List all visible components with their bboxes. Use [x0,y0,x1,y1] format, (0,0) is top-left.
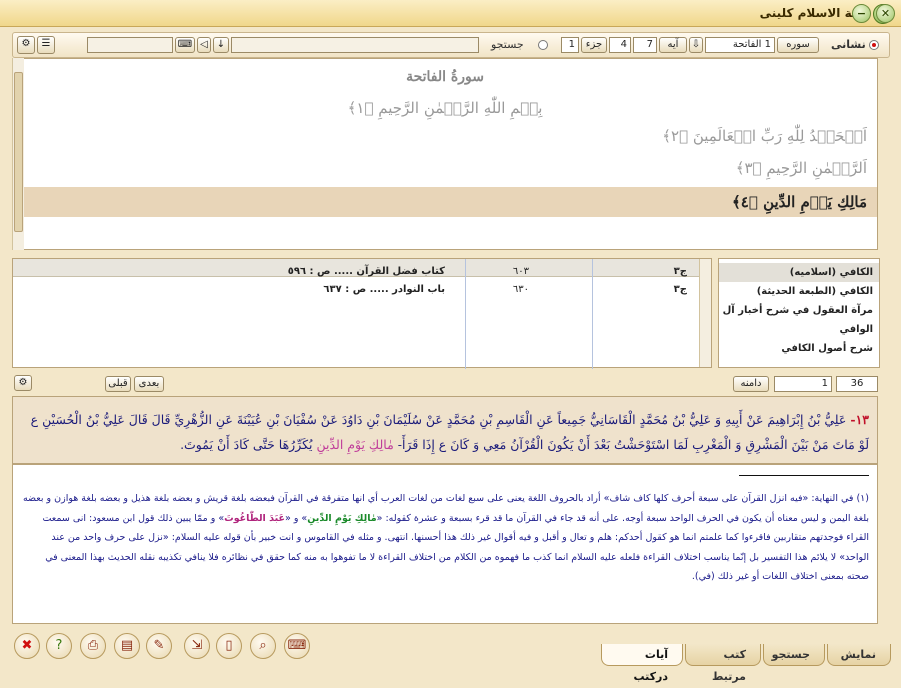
ayah-4-selected[interactable]: مَالِكِ يَوۡمِ الدِّينِ ﴿٤﴾ [13,187,877,217]
bismillah: بِسۡمِ اللّٰهِ الرَّحۡمٰنِ الرَّحِيمِ ﴿١… [347,99,543,117]
footnote-panel: (١) في النهاية: «فيه انزل القرآن على سبع… [12,464,878,624]
hadith-body: لَوْ مَاتَ مَنْ بَيْنَ الْمَشْرِقِ وَ ال… [393,437,869,452]
hadith-number: ١٣- [850,412,869,427]
window-title: ثقة الاسلام كلینی [759,6,865,20]
juz-field[interactable]: 1 [561,37,579,53]
tab-display[interactable]: نمایش [827,644,891,666]
hadith-quote: مٰالِكِ يَوْمِ الدِّينِ [316,437,394,452]
secondary-input[interactable] [87,37,173,53]
ayah-total-field[interactable]: 7 [633,37,657,53]
title-bar: ثقة الاسلام كلینی ✕ − [0,0,901,27]
settings-small-icon[interactable]: ⚙ [14,375,32,391]
tab-search[interactable]: جستجو [763,644,825,666]
hadith-text: ١٣- عَلِيُّ بْنُ إِبْرَاهِيمَ عَنْ أَبِي… [12,396,878,464]
list-item[interactable]: الوافي [719,320,879,339]
footnote-join: » و « [284,512,308,524]
arrow-down-icon[interactable]: ↓ [213,37,229,53]
references-table: ج٣ ٦٠٣ كتاب فضل القرآن ..... ص : ٥٩٦ ج٣ … [12,258,712,369]
book-icon[interactable]: ▤ [114,633,140,659]
display-radio[interactable] [869,40,879,50]
close-circle-icon[interactable]: ✖ [14,633,40,659]
range-button[interactable]: دامنه [733,376,769,392]
table-row[interactable]: ج٣ ٦٣٠ باب النوادر ..... ص : ٦٣٧ [13,281,699,299]
footnote-quote-1: مٰالِكِ يَوْمِ الدِّينِ [307,512,377,524]
list-item[interactable]: شرح أصول الكافي [719,339,879,358]
vol-cell: ج٣ [673,284,687,295]
settings-icon[interactable]: ⚙ [17,36,35,54]
footnote-quote-2: عَبَدَ الطّٰاغُوتَ [224,512,285,524]
sura-field[interactable]: 1 الفاتحة [705,37,775,53]
quran-panel: سورةُ الفاتحة بِسۡمِ اللّٰهِ الرَّحۡمٰنِ… [12,58,878,250]
minimize-icon[interactable]: − [852,4,871,23]
list-item[interactable]: الکافي (اسلامیه) [719,263,879,282]
prev-button[interactable]: قبلی [105,376,131,392]
sura-dropdown-icon[interactable]: ⇩ [689,37,703,53]
list-icon[interactable]: ☰ [37,36,55,54]
num-cell: ٦٠٣ [512,266,529,277]
hadith-chain: عَلِيُّ بْنُ إِبْرَاهِيمَ عَنْ أَبِيهِ و… [30,412,851,427]
quran-scrollbar[interactable] [12,58,24,250]
sura-button[interactable]: سوره [777,37,819,53]
list-item[interactable]: مرآة العقول في شرح أخبار آل ... [719,301,879,320]
list-item[interactable]: الکافي (الطبعة الحديثة) [719,282,879,301]
search-label: جستجو [491,38,524,51]
ayah-2[interactable]: اَلۡحَمۡدُ لِلّٰهِ رَبِّ الۡعَالَمِينَ ﴿… [662,127,867,145]
vol-cell: ج٣ [673,266,687,277]
export-icon[interactable]: ⇲ [184,633,210,659]
books-list: الکافي (اسلامیه) الکافي (الطبعة الحديثة)… [718,258,880,368]
help-icon[interactable]: ? [46,633,72,659]
edit-icon[interactable]: ✎ [146,633,172,659]
zoom-icon[interactable]: ⌕ [250,633,276,659]
search-input[interactable] [231,37,479,53]
tab-verses-in-books[interactable]: آیات درکتب [601,644,683,683]
book-cell: باب النوادر ..... ص : ٦٣٧ [323,284,445,295]
juz-button[interactable]: جزء [581,37,607,53]
display-label: نشانی [831,38,866,51]
hadith-end: يُكَرِّرُهَا حَتَّى كَادَ أَنْ يَمُوتَ. [180,437,317,452]
keyboard-icon[interactable]: ⌨ [175,37,195,53]
page-total: 36 [836,376,878,392]
refs-scrollbar[interactable] [699,259,711,367]
print-icon[interactable]: ⎙ [80,633,106,659]
num-cell: ٦٣٠ [512,284,529,295]
table-row[interactable]: ج٣ ٦٠٣ كتاب فضل القرآن ..... ص : ٥٩٦ [13,263,699,281]
tab-related-books[interactable]: کتب مرتبط [685,644,761,683]
ayah-3[interactable]: اَلرَّحۡمٰنِ الرَّحِيمِ ﴿٣﴾ [736,159,867,177]
footnote-separator [739,475,869,476]
sura-title: سورةُ الفاتحة [406,69,484,85]
navigation-toolbar: نشانی سوره 1 الفاتحة ⇩ آيه 7 4 جزء 1 جست… [12,32,890,58]
quran-scroll-thumb[interactable] [14,72,23,232]
arrow-left-icon[interactable]: ◁ [197,37,211,53]
ayah-field[interactable]: 4 [609,37,631,53]
page-field[interactable]: 1 [774,376,832,392]
next-button[interactable]: بعدی [134,376,164,392]
keyboard-tool-icon[interactable]: ⌨ [284,633,310,659]
ayah-button[interactable]: آيه [659,37,687,53]
close-icon[interactable]: ✕ [876,4,895,23]
book-cell: كتاب فضل القرآن ..... ص : ٥٩٦ [287,266,445,277]
search-radio[interactable] [538,40,548,50]
page-icon[interactable]: ▯ [216,633,242,659]
